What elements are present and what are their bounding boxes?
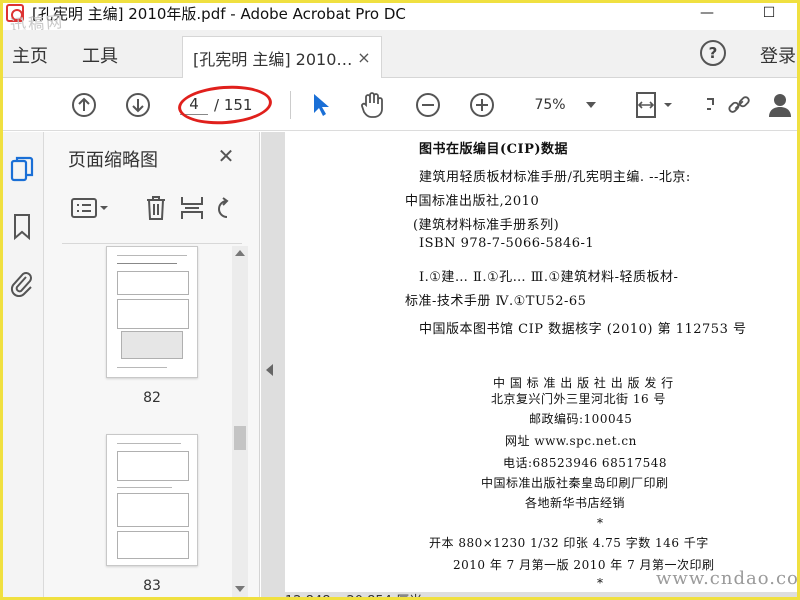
down-arrow-icon — [126, 93, 150, 117]
page-text-line: 中 国 标 准 出 版 社 出 版 发 行 — [493, 376, 674, 390]
menu-bar: 主页 工具 [孔宪明 主编] 2010… × ? 登录 — [0, 30, 800, 78]
navigation-rail — [0, 132, 44, 600]
account-icon — [769, 94, 791, 117]
account-button[interactable] — [766, 91, 794, 119]
insert-page-button[interactable] — [178, 194, 206, 222]
page-text-line: 建筑用轻质板材标准手册/孔宪明主编. --北京: — [419, 170, 691, 185]
next-page-button[interactable] — [124, 91, 152, 119]
page-size-status: 12.848 x 20.854 厘米 — [285, 590, 422, 600]
delete-page-button[interactable] — [142, 194, 170, 222]
window-controls: — ☐ — [676, 0, 800, 26]
page-text-line: 网址 www.spc.net.cn — [505, 434, 637, 448]
paperclip-icon — [10, 272, 32, 297]
document-viewport[interactable]: 图书在版编目(CIP)数据 建筑用轻质板材标准手册/孔宪明主编. --北京: 中… — [261, 132, 800, 600]
site-watermark: www.cndao.com — [656, 568, 800, 589]
page-text-line: 北京复兴门外三里河北街 16 号 — [491, 392, 666, 406]
thumbnail-scrollbar[interactable] — [232, 246, 248, 600]
rotate-page-button[interactable] — [212, 194, 232, 222]
thumbnail-list: 82 83 — [44, 244, 234, 600]
close-icon[interactable]: ✕ — [214, 144, 238, 168]
title-bar: [孔宪明 主编] 2010年版.pdf - Adobe Acrobat Pro … — [0, 0, 800, 26]
page-thumbnails-button[interactable] — [8, 154, 36, 184]
page-text-line: * — [597, 576, 604, 590]
bookmarks-button[interactable] — [8, 212, 36, 242]
comment-icon — [707, 98, 714, 110]
link-button[interactable] — [726, 91, 754, 119]
zoom-in-icon — [470, 93, 494, 117]
page-display-button[interactable] — [634, 91, 678, 119]
hand-tool-button[interactable] — [358, 91, 386, 119]
document-tab-label: [孔宪明 主编] 2010… — [193, 49, 353, 69]
pages-icon — [10, 156, 34, 182]
page-text-line: 标准-技术手册 Ⅳ.①TU52-65 — [405, 294, 587, 309]
page-thumbnail-83[interactable] — [106, 434, 198, 566]
bookmark-icon — [14, 214, 30, 241]
hand-icon — [361, 92, 383, 118]
options-list-icon — [71, 198, 108, 218]
thumbnail-page-number: 83 — [143, 578, 161, 594]
panel-toolbar — [62, 184, 242, 244]
toolbar-divider — [290, 91, 291, 119]
page-text-line: 中国版本图书馆 CIP 数据核字 (2010) 第 112753 号 — [419, 322, 747, 337]
select-tool-button[interactable] — [306, 91, 334, 119]
maximize-button[interactable]: ☐ — [738, 0, 800, 26]
minimize-button[interactable]: — — [676, 0, 738, 26]
tab-close-icon[interactable]: × — [353, 48, 375, 67]
menu-home[interactable]: 主页 — [12, 42, 48, 68]
page-text-line: 图书在版编目(CIP)数据 — [419, 142, 569, 157]
fit-page-icon — [636, 92, 672, 118]
attachments-button[interactable] — [8, 268, 36, 298]
page-thumbnails-panel: 页面缩略图 ✕ 82 83 — [44, 132, 260, 600]
page-text-line: 电话:68523946 68517548 — [503, 456, 668, 470]
page-text-line: 邮政编码:100045 — [529, 412, 633, 426]
page-text-line: Ⅰ.①建… Ⅱ.①孔… Ⅲ.①建筑材料-轻质板材- — [419, 270, 679, 285]
page-text-line: ISBN 978-7-5066-5846-1 — [419, 236, 595, 251]
collapse-panel-icon[interactable] — [266, 364, 273, 376]
page-text-line: 中国标准出版社秦皇岛印刷厂印刷 — [481, 476, 669, 490]
menu-tools[interactable]: 工具 — [82, 42, 118, 68]
window-title: [孔宪明 主编] 2010年版.pdf - Adobe Acrobat Pro … — [32, 4, 406, 23]
zoom-in-button[interactable] — [468, 91, 496, 119]
pdf-page: 图书在版编目(CIP)数据 建筑用轻质板材标准手册/孔宪明主编. --北京: 中… — [285, 132, 800, 592]
scroll-up-icon[interactable] — [235, 250, 245, 256]
insert-page-icon — [181, 197, 203, 219]
page-text-line: 开本 880×1230 1/32 印张 4.75 字数 146 千字 — [429, 536, 709, 550]
login-link[interactable]: 登录 — [760, 42, 796, 68]
zoom-dropdown[interactable]: 75% — [522, 91, 608, 119]
zoom-out-icon — [416, 93, 440, 117]
rotate-icon — [218, 197, 229, 218]
page-text-line: (建筑材料标准手册系列) — [413, 218, 560, 233]
previous-page-button[interactable] — [70, 91, 98, 119]
trash-icon — [147, 196, 165, 220]
help-icon[interactable]: ? — [700, 40, 726, 66]
document-tab[interactable]: [孔宪明 主编] 2010… × — [182, 36, 382, 78]
panel-title: 页面缩略图 — [68, 150, 158, 171]
page-thumbnail-82[interactable] — [106, 246, 198, 378]
page-text-line: 中国标准出版社,2010 — [405, 194, 540, 209]
page-text-line: 各地新华书店经销 — [525, 496, 626, 510]
thumbnail-page-number: 82 — [143, 390, 161, 406]
up-arrow-icon — [72, 93, 96, 117]
page-text-line: * — [597, 516, 604, 530]
zoom-value: 75% — [534, 97, 566, 113]
thumbnail-options-button[interactable] — [70, 194, 114, 222]
select-cursor-icon — [314, 94, 329, 116]
scroll-down-icon[interactable] — [235, 586, 245, 592]
toolbar: 4 / 151 75% — [0, 79, 800, 131]
chevron-down-icon — [586, 102, 596, 108]
link-icon — [728, 96, 750, 113]
zoom-out-button[interactable] — [414, 91, 442, 119]
comment-button[interactable] — [702, 91, 722, 119]
scrollbar-thumb[interactable] — [234, 426, 246, 450]
